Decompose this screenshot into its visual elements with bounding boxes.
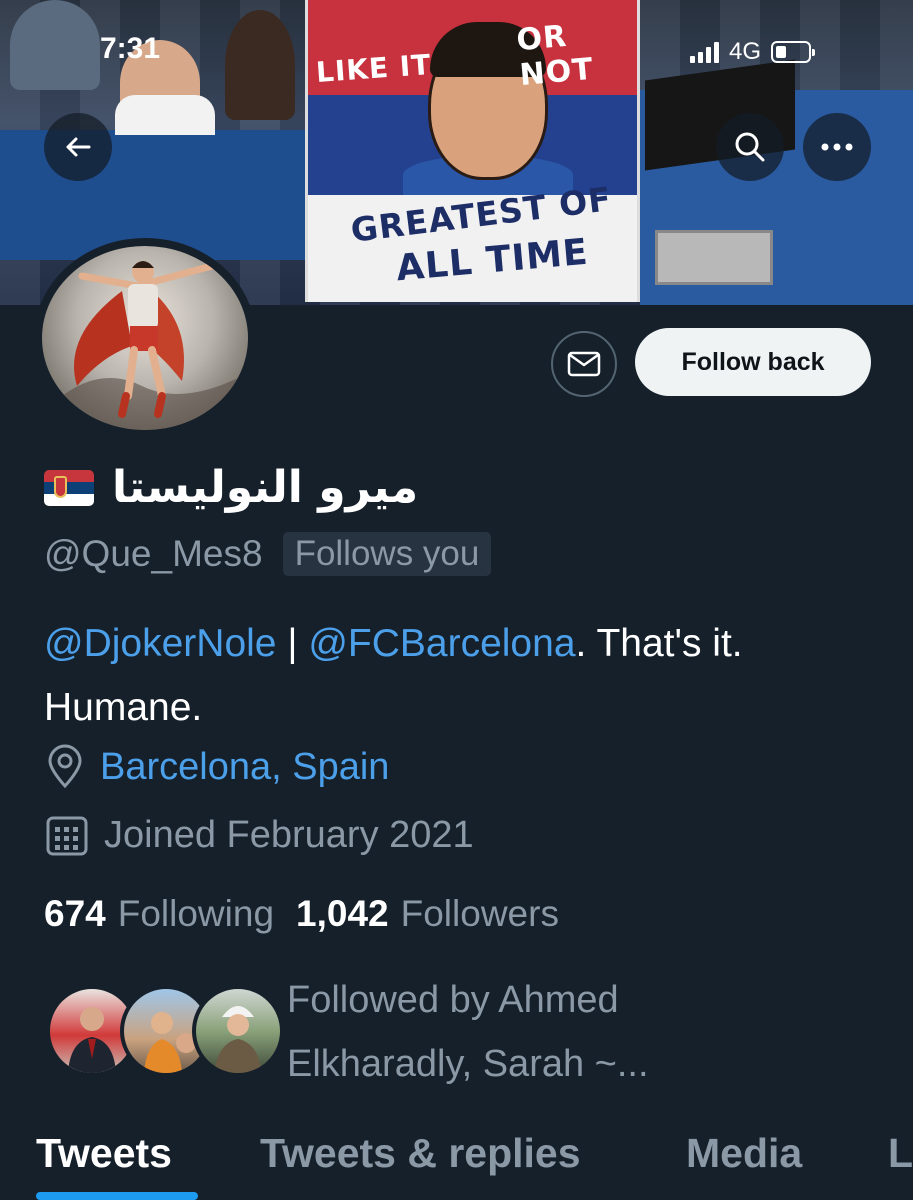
back-button[interactable] <box>44 113 112 181</box>
location-pin-icon <box>48 744 82 789</box>
banner-spectator <box>115 95 215 135</box>
tab-tweets[interactable]: Tweets <box>36 1130 172 1177</box>
follows-you-badge: Follows you <box>282 532 492 576</box>
location-link[interactable]: Barcelona, Spain <box>100 746 389 789</box>
avatar-figure-image <box>42 261 248 430</box>
username-handle: @Que_Mes8 <box>44 533 263 574</box>
followers-count: 1,042 <box>296 893 389 934</box>
following-count: 674 <box>44 893 106 934</box>
banner-spectator <box>225 10 295 120</box>
followers-label: Followers <box>400 893 559 934</box>
signal-icon <box>690 41 719 63</box>
envelope-icon <box>567 351 601 377</box>
calendar-icon <box>46 816 88 856</box>
active-tab-indicator <box>36 1192 198 1200</box>
more-icon <box>821 143 853 151</box>
following-stat[interactable]: 674 Following <box>44 893 274 935</box>
tab-likes[interactable]: L <box>888 1130 913 1177</box>
bio-mention-link[interactable]: @FCBarcelona <box>308 622 575 665</box>
followed-by-text[interactable]: Followed by Ahmed Elkharadly, Sarah ~... <box>287 968 787 1096</box>
profile-avatar[interactable] <box>34 238 256 438</box>
status-time: 7:31 <box>100 32 161 65</box>
follow-stats: 674 Following 1,042 Followers <box>44 893 559 935</box>
follow-back-button[interactable]: Follow back <box>635 328 871 396</box>
profile-tabs: Tweets Tweets & replies Media L <box>0 1120 913 1200</box>
message-button[interactable] <box>551 331 617 397</box>
avatar <box>192 985 284 1077</box>
status-indicators: 4G <box>690 38 816 66</box>
joined-date: Joined February 2021 <box>104 813 474 856</box>
joined-row: Joined February 2021 <box>44 812 474 858</box>
name-row: ميرو النوليستا <box>44 462 418 513</box>
battery-icon <box>771 41 816 63</box>
tab-media[interactable]: Media <box>686 1130 802 1177</box>
search-icon <box>735 132 765 162</box>
followers-you-know-avatars[interactable] <box>46 985 284 1080</box>
arrow-left-icon <box>66 137 91 157</box>
more-button[interactable] <box>803 113 871 181</box>
banner-speaker <box>655 230 773 285</box>
tab-tweets-and-replies[interactable]: Tweets & replies <box>260 1130 581 1177</box>
network-type: 4G <box>729 38 762 65</box>
banner-spectator <box>10 0 100 90</box>
location-row: Barcelona, Spain <box>44 744 389 790</box>
serbia-flag-icon <box>44 469 94 506</box>
followers-stat[interactable]: 1,042 Followers <box>296 893 559 935</box>
search-button[interactable] <box>716 113 784 181</box>
display-name: ميرو النوليستا <box>112 462 419 513</box>
following-label: Following <box>117 893 275 934</box>
profile-bio: @DjokerNole | @FCBarcelona. That's it. H… <box>44 612 884 740</box>
bio-mention-link[interactable]: @DjokerNole <box>44 622 277 665</box>
bio-separator: | <box>276 622 309 665</box>
flag-text: OR NOT <box>515 18 596 94</box>
handle-row: @Que_Mes8 Follows you <box>44 532 492 576</box>
banner-flag: LIKE IT OR NOT GREATEST OF ALL TIME <box>305 0 640 302</box>
